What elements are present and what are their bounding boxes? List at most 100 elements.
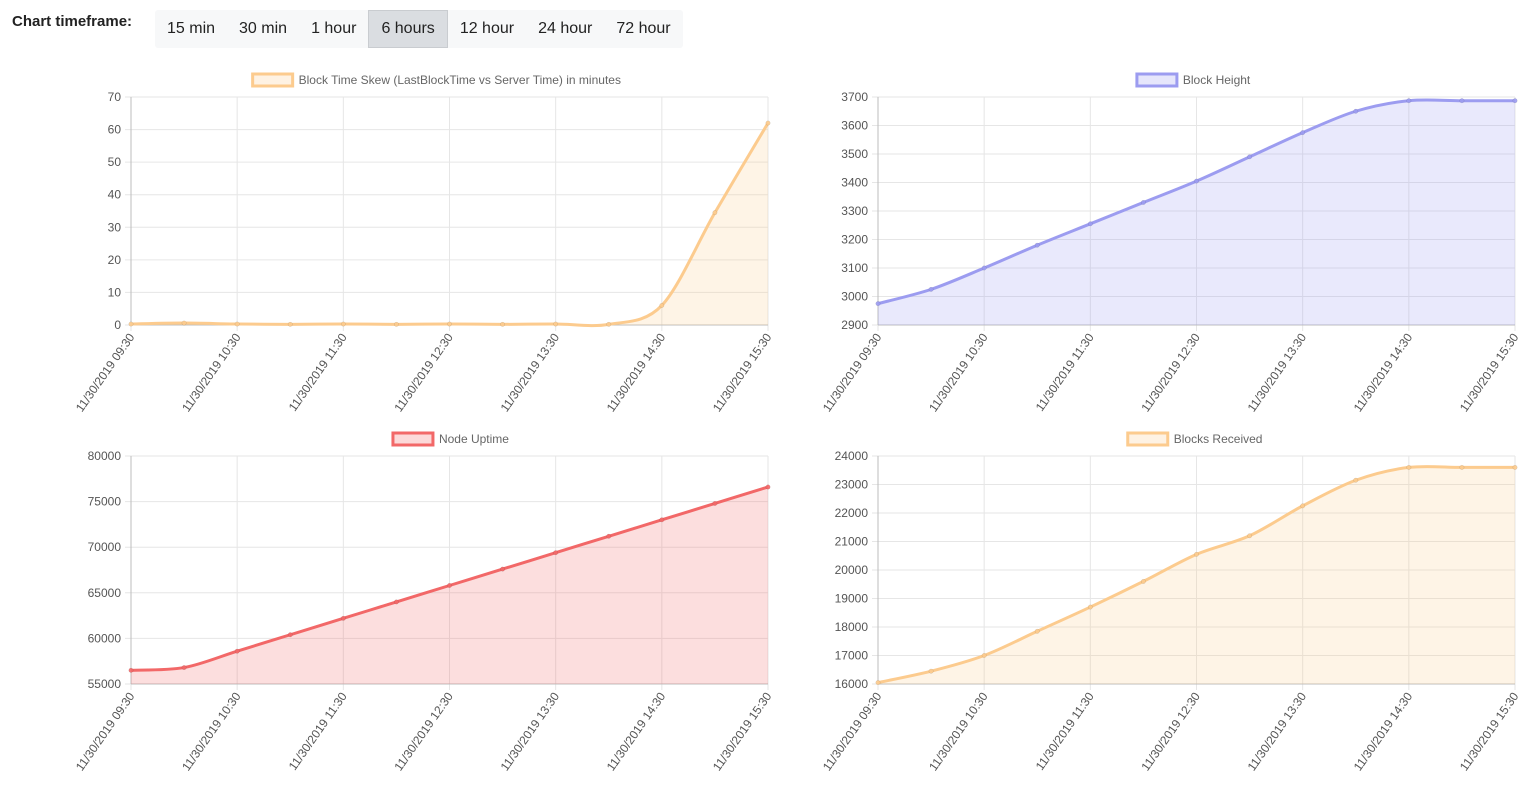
data-point[interactable] — [928, 668, 934, 674]
y-tick-label: 20000 — [835, 563, 869, 577]
data-point[interactable] — [1512, 98, 1518, 104]
x-tick-label: 11/30/2019 15:30 — [1457, 689, 1522, 773]
data-point[interactable] — [340, 615, 346, 621]
data-point[interactable] — [1087, 221, 1093, 227]
y-tick-label: 2900 — [841, 318, 868, 332]
data-point[interactable] — [234, 648, 240, 654]
x-tick-label: 11/30/2019 10:30 — [926, 330, 991, 414]
y-tick-label: 70 — [108, 90, 122, 104]
data-point[interactable] — [1300, 503, 1306, 509]
data-point[interactable] — [1300, 130, 1306, 136]
data-point[interactable] — [606, 533, 612, 539]
data-point[interactable] — [875, 680, 881, 686]
x-tick-label: 11/30/2019 14:30 — [604, 330, 669, 414]
data-point[interactable] — [1247, 533, 1253, 539]
chart-1: 0 10 20 30 40 50 60 70 11/30/2019 09:30 11/30/201… — [73, 72, 775, 415]
y-tick-label: 17000 — [835, 649, 869, 663]
x-tick-label: 11/30/2019 11:30 — [286, 330, 350, 413]
y-tick-label: 24000 — [835, 449, 869, 463]
x-tick-label: 11/30/2019 14:30 — [1351, 330, 1416, 414]
data-point[interactable] — [1194, 551, 1199, 557]
x-tick-label: 11/30/2019 09:30 — [73, 330, 138, 414]
data-point[interactable] — [287, 321, 293, 327]
x-tick-label: 11/30/2019 10:30 — [926, 689, 991, 773]
legend-label[interactable]: Block Height — [1183, 73, 1251, 87]
data-point[interactable] — [1140, 578, 1146, 584]
data-point[interactable] — [1459, 464, 1465, 470]
data-point[interactable] — [553, 550, 559, 556]
x-tick-label: 11/30/2019 13:30 — [1245, 330, 1310, 414]
y-tick-label: 3100 — [841, 261, 868, 275]
data-point[interactable] — [1353, 108, 1359, 114]
data-point[interactable] — [1140, 200, 1146, 205]
x-tick-label: 11/30/2019 13:30 — [498, 689, 563, 773]
legend-swatch[interactable] — [391, 431, 435, 447]
data-point[interactable] — [928, 286, 934, 292]
data-point[interactable] — [1353, 477, 1359, 483]
data-point[interactable] — [340, 321, 346, 327]
data-point[interactable] — [981, 653, 987, 658]
data-point[interactable] — [606, 321, 612, 327]
data-point[interactable] — [1247, 154, 1253, 160]
y-tick-label: 55000 — [88, 677, 122, 691]
x-tick-label: 11/30/2019 12:30 — [391, 330, 456, 414]
data-point[interactable] — [1459, 98, 1465, 104]
y-tick-label: 70000 — [88, 540, 122, 554]
data-point[interactable] — [712, 500, 718, 506]
data-point[interactable] — [1034, 628, 1040, 634]
data-point[interactable] — [1194, 178, 1199, 184]
legend-label[interactable]: Blocks Received — [1174, 432, 1263, 446]
data-point[interactable] — [1406, 464, 1412, 470]
data-point[interactable] — [393, 599, 399, 605]
y-tick-label: 21000 — [835, 535, 869, 549]
x-tick-label: 11/30/2019 14:30 — [1351, 689, 1416, 773]
legend-label[interactable]: Block Time Skew (LastBlockTime vs Server… — [299, 73, 621, 87]
legend-swatch[interactable] — [1135, 72, 1179, 88]
data-point[interactable] — [393, 321, 399, 327]
data-point[interactable] — [1512, 464, 1518, 470]
data-point[interactable] — [712, 210, 718, 216]
data-point[interactable] — [287, 632, 293, 638]
data-point[interactable] — [500, 566, 506, 572]
y-tick-label: 40 — [108, 188, 122, 202]
x-tick-label: 11/30/2019 11:30 — [1033, 330, 1097, 413]
y-tick-label: 65000 — [88, 586, 122, 600]
data-point[interactable] — [447, 583, 452, 588]
data-point[interactable] — [981, 265, 987, 271]
data-point[interactable] — [1034, 242, 1040, 248]
y-tick-label: 75000 — [88, 495, 122, 509]
y-tick-label: 18000 — [835, 620, 869, 634]
y-tick-label: 3200 — [841, 233, 868, 247]
data-point[interactable] — [1087, 604, 1093, 610]
data-point[interactable] — [765, 484, 771, 490]
data-point[interactable] — [234, 321, 240, 327]
y-tick-label: 80000 — [88, 449, 122, 463]
data-point[interactable] — [181, 665, 187, 671]
data-point[interactable] — [875, 301, 881, 307]
data-point[interactable] — [765, 120, 771, 126]
data-point[interactable] — [500, 321, 506, 327]
y-tick-label: 3700 — [841, 90, 868, 104]
data-point[interactable] — [659, 303, 665, 308]
y-tick-label: 16000 — [835, 677, 869, 691]
legend-swatch[interactable] — [1126, 431, 1170, 447]
data-point[interactable] — [128, 321, 134, 327]
legend-label[interactable]: Node Uptime — [439, 432, 509, 446]
chart-3: 55000 60000 65000 70000 75000 80000 11/30/2019… — [73, 431, 775, 774]
x-tick-label: 11/30/2019 09:30 — [73, 689, 138, 773]
y-tick-label: 0 — [114, 318, 121, 332]
y-tick-label: 20 — [108, 253, 122, 267]
y-tick-label: 3000 — [841, 290, 868, 304]
data-point[interactable] — [447, 321, 452, 327]
x-tick-label: 11/30/2019 09:30 — [820, 689, 885, 773]
y-tick-label: 22000 — [835, 506, 869, 520]
data-point[interactable] — [1406, 98, 1412, 104]
x-tick-label: 11/30/2019 14:30 — [604, 689, 669, 773]
data-point[interactable] — [553, 321, 559, 327]
data-point[interactable] — [128, 667, 134, 673]
y-tick-label: 50 — [108, 155, 122, 169]
data-point[interactable] — [181, 320, 187, 326]
legend-swatch[interactable] — [251, 72, 295, 88]
y-tick-label: 60 — [108, 123, 122, 137]
data-point[interactable] — [659, 517, 665, 523]
